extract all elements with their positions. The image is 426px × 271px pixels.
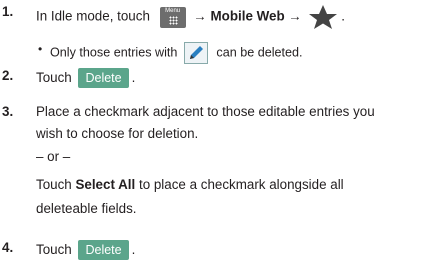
step-number: 3. <box>2 104 14 119</box>
delete-button[interactable]: Delete <box>78 68 129 88</box>
step-text: Touch <box>36 70 72 85</box>
menu-key-label: Menu <box>165 7 181 14</box>
step-text: wish to choose for deletion. <box>36 126 199 141</box>
step-text: In Idle mode, touch <box>36 8 150 24</box>
edit-pencil-icon <box>183 42 208 64</box>
step-text: Place a checkmark adjacent to those edit… <box>36 104 375 119</box>
delete-button[interactable]: Delete <box>78 240 129 260</box>
select-all-label: Select All <box>75 177 136 192</box>
arrow: → <box>288 8 302 24</box>
bookmark-star-icon <box>308 5 337 29</box>
bullet-text: Only those entries with <box>50 45 178 60</box>
step-text: deleteable fields. <box>36 201 137 216</box>
arrow: → <box>193 8 207 24</box>
step-number: 4. <box>2 240 14 255</box>
step-number: 1. <box>2 4 14 19</box>
step-text: Touch <box>36 242 72 257</box>
step-number: 2. <box>2 68 14 83</box>
menu-key-icon: Menu <box>159 6 186 28</box>
or-separator: – or – <box>36 149 71 164</box>
mobile-web-label: Mobile Web <box>210 8 285 24</box>
bullet-mark: • <box>38 42 43 56</box>
bullet-text-end: can be deleted. <box>216 45 303 60</box>
